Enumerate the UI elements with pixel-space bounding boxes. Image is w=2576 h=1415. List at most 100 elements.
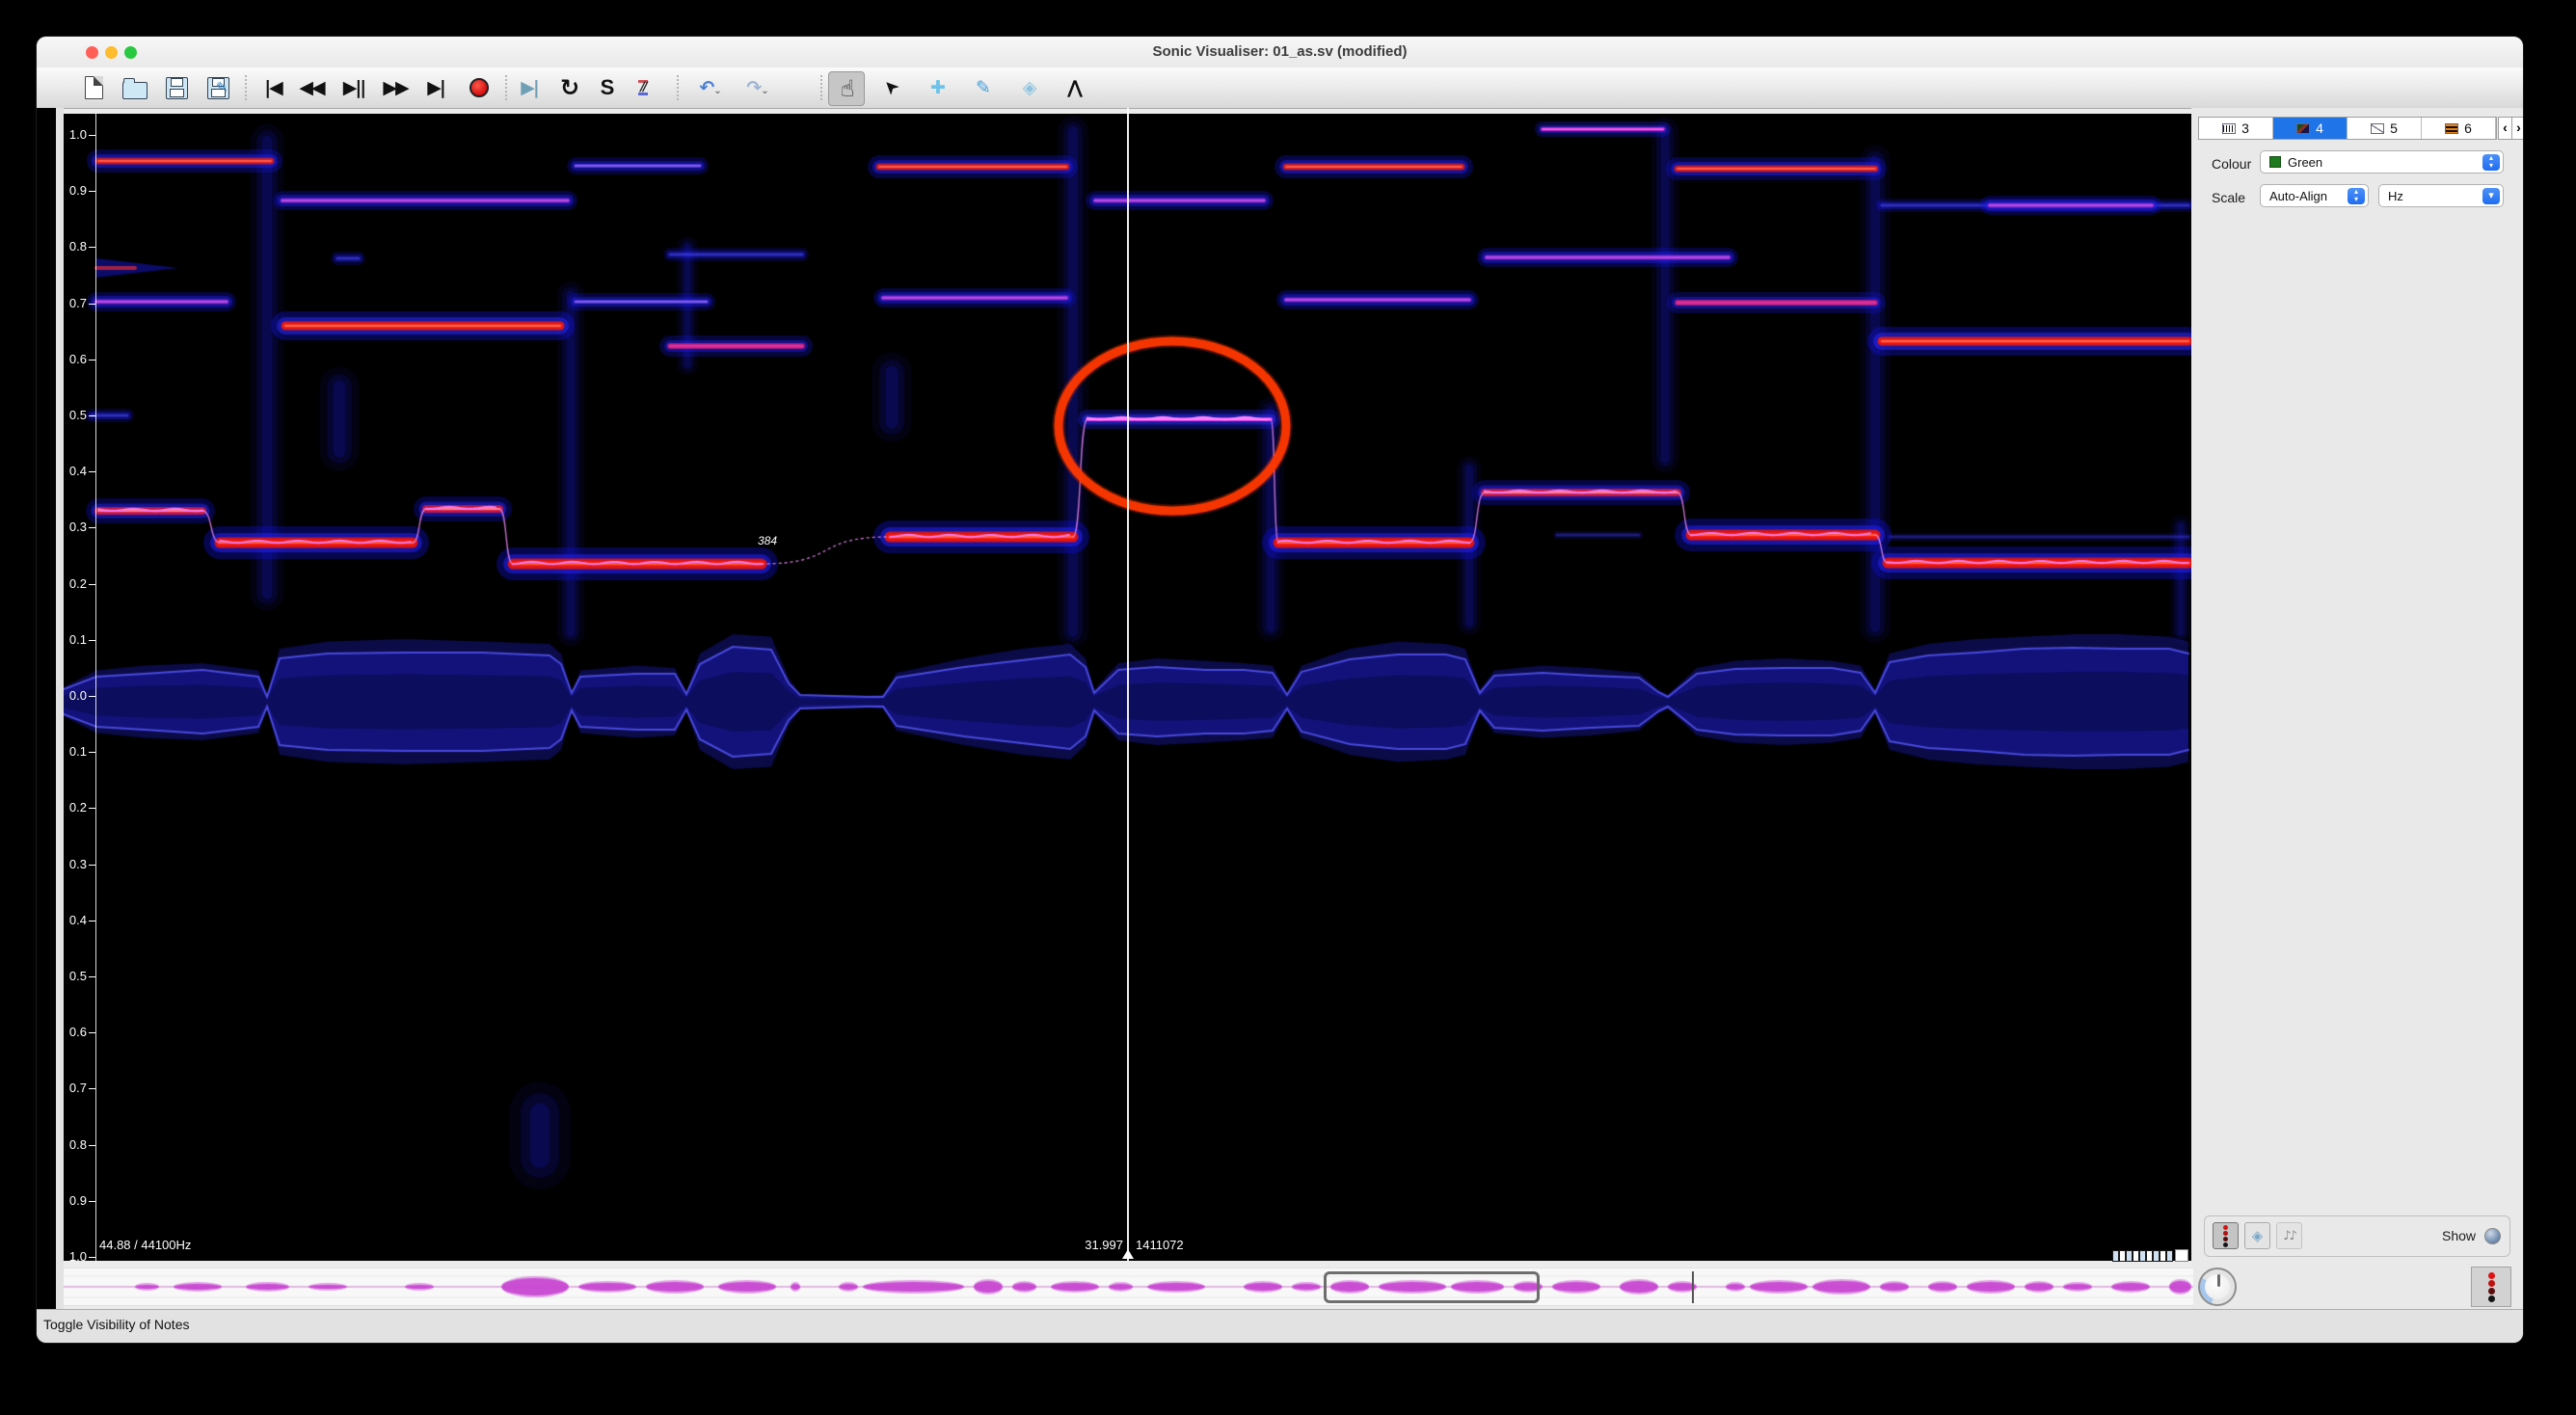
next-tab-button[interactable]: › xyxy=(2511,117,2523,140)
spectrogram-layer-icon xyxy=(2296,123,2310,134)
axis-tick xyxy=(89,696,95,697)
move-tool-button[interactable]: ✚ xyxy=(920,71,954,104)
meter-dots-icon xyxy=(2488,1272,2495,1302)
cursor-frame-readout: 1411072 xyxy=(1136,1238,1184,1252)
redo-button[interactable]: ↷ xyxy=(740,71,775,104)
new-session-button[interactable] xyxy=(76,71,111,104)
pane-zoom-thumbwheel[interactable] xyxy=(2112,1250,2173,1262)
tab-label: 4 xyxy=(2316,120,2323,136)
axis-tick-label: 0.1 xyxy=(54,632,87,647)
pane-controls-group: ◈ ♪♪ Show xyxy=(2204,1215,2510,1257)
show-visibility-led[interactable] xyxy=(2484,1228,2501,1244)
toolbar-separator xyxy=(245,75,247,100)
axis-tick-label: 0.0 xyxy=(54,688,87,703)
axis-tick-label: 1.0 xyxy=(54,127,87,142)
undo-icon: ↶ xyxy=(699,77,721,98)
skip-to-end-button[interactable]: ▶| xyxy=(418,71,453,104)
toolbar-separator xyxy=(505,75,507,100)
fast-forward-icon: ▶▶ xyxy=(383,77,407,98)
pan-layer-button[interactable]: ◈ xyxy=(2244,1222,2270,1249)
play-layer-button[interactable] xyxy=(2213,1222,2239,1249)
waveform-layer-icon xyxy=(2222,123,2236,134)
save-session-as-button[interactable]: ✎ xyxy=(201,71,235,104)
unit-dropdown-icon[interactable]: ▾ xyxy=(2482,188,2500,204)
solo-button[interactable]: S xyxy=(589,71,624,104)
overview-waveform-canvas xyxy=(64,1268,2193,1307)
tab-layer-4[interactable]: 4 xyxy=(2273,118,2348,139)
rewind-button[interactable]: ◀◀ xyxy=(294,71,329,104)
layer-tab-bar: 3 4 56 xyxy=(2198,117,2497,140)
axis-tick-label: 0.2 xyxy=(54,576,87,591)
colour-value: Green xyxy=(2288,155,2322,170)
rewind-to-start-button[interactable]: |◀ xyxy=(255,71,290,104)
measure-tool-button[interactable]: ⋀ xyxy=(1057,71,1091,104)
cursor-time-readout: 31.997 xyxy=(1027,1238,1123,1252)
undo-button[interactable]: ↶ xyxy=(693,71,728,104)
colour-select[interactable]: Green ▴▾ xyxy=(2260,150,2504,174)
save-session-button[interactable] xyxy=(159,71,194,104)
axis-tick-label: 0.1 xyxy=(54,744,87,759)
toolbar-separator xyxy=(820,75,822,100)
fast-forward-button[interactable]: ▶▶ xyxy=(378,71,413,104)
thumbwheel-cell xyxy=(2153,1250,2160,1262)
axis-line xyxy=(95,114,96,1261)
knob-needle-icon xyxy=(2217,1274,2220,1287)
axis-tick xyxy=(89,976,95,977)
prev-tab-button[interactable]: ‹ xyxy=(2498,117,2512,140)
axis-tick-label: 0.5 xyxy=(54,408,87,422)
thumbwheel-cell xyxy=(2133,1250,2139,1262)
record-button[interactable] xyxy=(462,71,496,104)
colour-stepper-icon[interactable]: ▴▾ xyxy=(2482,154,2500,171)
tab-layer-5[interactable]: 5 xyxy=(2348,118,2422,139)
axis-tick xyxy=(89,527,95,528)
open-session-button[interactable] xyxy=(118,71,152,104)
navigate-tool-button[interactable]: ☝ xyxy=(828,71,865,106)
axis-tick xyxy=(89,1088,95,1089)
diamond-icon: ◈ xyxy=(2252,1227,2264,1244)
midi-notes-button[interactable]: ♪♪ xyxy=(2276,1222,2302,1249)
loop-playback-button[interactable]: ↻ xyxy=(551,71,586,104)
overview-strip[interactable] xyxy=(64,1268,2193,1306)
scale-label: Scale xyxy=(2212,190,2245,205)
axis-tick xyxy=(89,1257,95,1258)
play-pause-icon: ▶|| xyxy=(343,77,365,98)
measure-tool-icon: ⋀ xyxy=(1067,77,1081,98)
axis-tick-label: 0.2 xyxy=(54,800,87,814)
play-selection-icon: ▶| xyxy=(521,77,538,98)
erase-tool-button[interactable]: ◈ xyxy=(1011,71,1046,104)
axis-tick-label: 0.7 xyxy=(54,296,87,310)
playhead-line xyxy=(1127,108,1129,1261)
play-pause-button[interactable]: ▶|| xyxy=(336,71,371,104)
axis-tick-label: 0.5 xyxy=(54,969,87,983)
tab-label: 3 xyxy=(2241,120,2249,136)
axis-tick-label: 0.8 xyxy=(54,239,87,254)
scale-select[interactable]: Auto-Align ▴▾ xyxy=(2260,184,2369,207)
axis-tick xyxy=(89,640,95,641)
axis-tick-label: 1.0 xyxy=(54,1249,87,1264)
playback-speed-knob[interactable] xyxy=(2198,1268,2237,1306)
overview-playhead xyxy=(1692,1271,1694,1303)
axis-tick xyxy=(89,1201,95,1202)
colour-label: Colour xyxy=(2212,156,2251,172)
axis-tick xyxy=(89,415,95,416)
edit-tool-button[interactable]: ✎ xyxy=(965,71,1000,104)
tab-layer-6[interactable]: 6 xyxy=(2422,118,2496,139)
play-selection-button[interactable]: ▶| xyxy=(512,71,547,104)
unit-select[interactable]: Hz ▾ xyxy=(2378,184,2504,207)
status-message: Toggle Visibility of Notes xyxy=(43,1317,2523,1332)
axis-tick-label: 0.3 xyxy=(54,857,87,871)
align-icon: ∕∕ xyxy=(638,80,648,95)
axis-tick-label: 0.6 xyxy=(54,352,87,366)
save-session-as-icon: ✎ xyxy=(207,77,229,99)
overview-view-window[interactable] xyxy=(1324,1271,1540,1303)
window-title: Sonic Visualiser: 01_as.sv (modified) xyxy=(37,37,2523,67)
axis-tick xyxy=(89,1145,95,1146)
pane-corner-button[interactable] xyxy=(2175,1249,2188,1262)
align-button[interactable]: ∕∕ xyxy=(626,71,660,104)
unit-value: Hz xyxy=(2388,189,2403,203)
level-meter-button[interactable] xyxy=(2471,1267,2511,1307)
axis-tick-label: 0.9 xyxy=(54,1193,87,1208)
tab-layer-3[interactable]: 3 xyxy=(2199,118,2273,139)
select-tool-button[interactable]: ➤ xyxy=(874,71,909,104)
scale-stepper-icon[interactable]: ▴▾ xyxy=(2348,188,2365,204)
